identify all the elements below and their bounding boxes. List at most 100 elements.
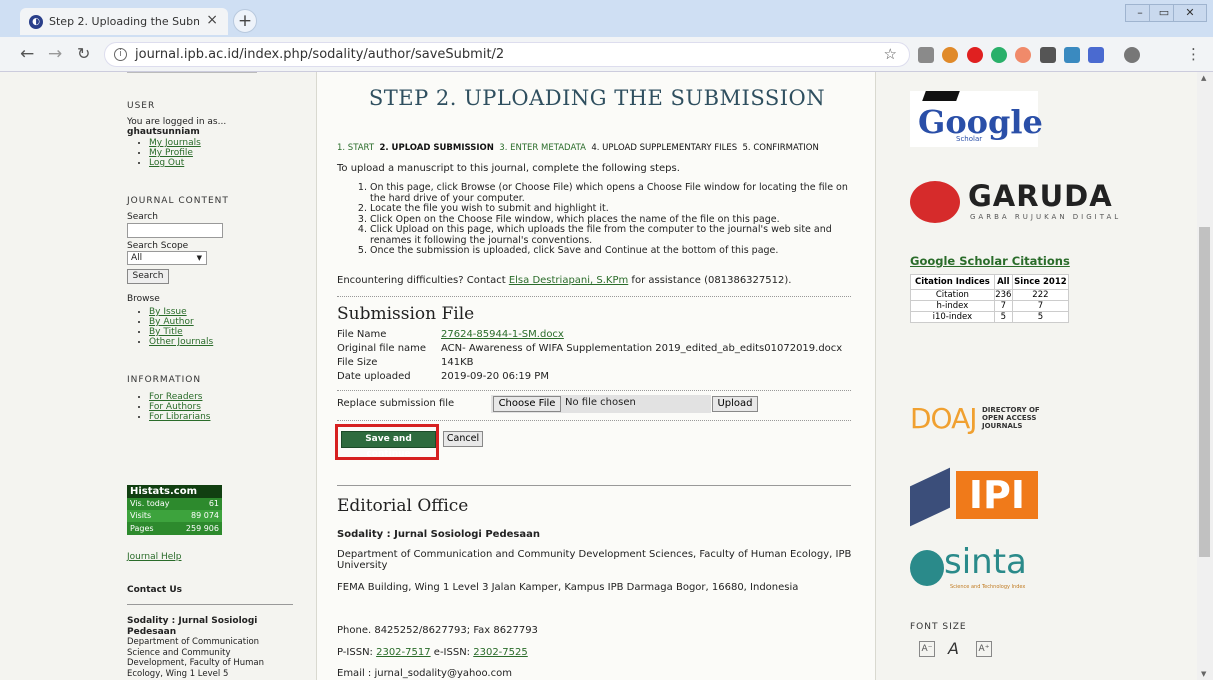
user-block: USER You are logged in as... ghautsunnia… [127,101,226,168]
tab-close-icon[interactable]: × [206,12,218,28]
editorial-office-heading: Editorial Office [337,496,469,516]
forward-icon[interactable]: → [48,44,62,64]
step-current: 2. UPLOAD SUBMISSION [379,143,494,153]
user-heading: USER [127,101,156,111]
for-readers-link[interactable]: For Readers [149,392,202,402]
gs-citations-link[interactable]: Google Scholar Citations [910,254,1070,268]
extension-icon[interactable] [1015,47,1031,63]
search-scope-select[interactable]: All ▼ [127,251,207,265]
log-out-link[interactable]: Log Out [149,158,184,168]
issn-line: P-ISSN: 2302-7517 e-ISSN: 2302-7525 [337,647,528,658]
chevron-down-icon: ▼ [196,254,202,262]
back-icon[interactable]: ← [20,44,34,64]
file-size-value: 141KB [441,357,474,368]
bookmark-star-icon[interactable]: ☆ [884,43,897,66]
instruction-list: On this page, click Browse (or Choose Fi… [353,182,863,257]
by-author-link[interactable]: By Author [149,317,194,327]
ipi-logo[interactable]: IPI [910,463,1038,527]
contact-us-heading: Contact Us [127,585,183,595]
extension-icon[interactable] [1040,47,1056,63]
information-heading: INFORMATION [127,375,202,385]
browser-toolbar: ← → ↻ i journal.ipb.ac.id/index.php/soda… [0,37,1213,72]
journal-content-block: JOURNAL CONTENT Search Search Scope All … [127,196,229,347]
extension-icon[interactable] [1088,47,1104,63]
search-input[interactable] [127,223,223,238]
doaj-line: JOURNALS [982,422,1023,430]
search-button[interactable]: Search [127,269,169,284]
date-uploaded-label: Date uploaded [337,371,411,382]
sinta-emblem-icon [910,550,944,586]
file-size-label: File Size [337,357,378,368]
profile-icon[interactable] [1124,47,1140,63]
instruction-item: Once the submission is uploaded, click S… [370,245,863,257]
logged-in-text: You are logged in as... [127,117,227,127]
by-title-link[interactable]: By Title [149,327,183,337]
for-librarians-link[interactable]: For Librarians [149,412,210,422]
pissn-link[interactable]: 2302-7517 [376,647,431,658]
contact-text: Department of Communication Science and … [127,637,264,679]
google-scholar-logo[interactable]: Google Scholar [910,91,1043,147]
doaj-line: OPEN ACCESS [982,414,1037,422]
extension-icon[interactable] [967,47,983,63]
extension-icon[interactable] [1064,47,1080,63]
sinta-logo[interactable]: sinta Science and Technology Index [910,542,1050,596]
difficulties-pre: Encountering difficulties? Contact [337,275,509,286]
journal-help-link[interactable]: Journal Help [127,552,182,562]
choose-file-button[interactable]: Choose File [493,396,561,412]
my-journals-link[interactable]: My Journals [149,138,201,148]
new-tab-button[interactable]: + [233,9,257,33]
font-size-heading: FONT SIZE [910,622,967,632]
garuda-logo[interactable]: GARUDA GARBA RUJUKAN DIGITAL [910,179,1130,224]
table-header: Citation Indices [910,274,995,290]
divider [337,390,851,391]
contact-person-link[interactable]: Elsa Destriapani, S.KPm [509,275,628,286]
other-journals-link[interactable]: Other Journals [149,337,213,347]
information-block: INFORMATION For Readers For Authors For … [127,375,210,422]
divider [337,485,851,486]
histats-counter[interactable]: Histats.com Vis. today 61 Visits 89 074 Pa… [127,485,222,535]
scrollbar-thumb[interactable] [1199,227,1210,557]
file-name-label: File Name [337,329,387,340]
save-and-continue-button[interactable]: Save and continue [341,431,436,459]
close-window-icon[interactable]: ✕ [1173,4,1207,22]
eissn-link[interactable]: 2302-7525 [473,647,528,658]
table-cell: 7 [993,300,1013,312]
scholar-text: Scholar [956,135,983,143]
browser-chrome: ◐ Step 2. Uploading the Submissio × + – … [0,0,1213,72]
doaj-logo[interactable]: DOAJ DIRECTORY OF OPEN ACCESS JOURNALS [910,402,1050,437]
vertical-scrollbar[interactable]: ▲ ▼ [1197,72,1213,680]
for-authors-link[interactable]: For Authors [149,402,201,412]
doaj-text: DOAJ [910,402,978,435]
my-profile-link[interactable]: My Profile [149,148,193,158]
histats-value: 89 074 [191,511,219,520]
address-bar[interactable]: i journal.ipb.ac.id/index.php/sodality/a… [104,42,910,67]
step-supplementary: 4. UPLOAD SUPPLEMENTARY FILES [591,143,738,153]
gs-citations-wrap: Google Scholar Citations [910,254,1070,268]
scroll-down-icon[interactable]: ▼ [1201,670,1206,678]
page-title: STEP 2. UPLOADING THE SUBMISSION [368,86,826,110]
histats-value: 61 [208,499,219,508]
site-info-icon[interactable]: i [114,48,127,61]
cancel-button[interactable]: Cancel [443,431,483,447]
upload-button[interactable]: Upload [712,396,758,412]
menu-dots-icon[interactable]: ⋮ [1186,45,1201,63]
extension-icon[interactable] [942,47,958,63]
file-name-link[interactable]: 27624-85944-1-SM.docx [441,328,564,342]
reload-icon[interactable]: ↻ [77,44,90,63]
font-smaller-button[interactable]: A⁻ [919,641,935,657]
extension-icon[interactable] [991,47,1007,63]
extension-icon[interactable] [918,47,934,63]
sinta-sub: Science and Technology Index [950,584,1026,590]
font-larger-button[interactable]: A⁺ [976,641,992,657]
browser-tab[interactable]: ◐ Step 2. Uploading the Submissio × [20,8,228,35]
scroll-up-icon[interactable]: ▲ [1201,74,1206,82]
font-default-button[interactable]: A [948,639,959,658]
step-start-link[interactable]: 1. START [337,143,374,153]
table-header: All [993,274,1013,290]
username: ghautsunniam [127,127,200,137]
instruction-item: On this page, click Browse (or Choose Fi… [370,182,863,204]
by-issue-link[interactable]: By Issue [149,307,187,317]
pissn-label: P-ISSN: [337,647,377,658]
step-metadata: 3. ENTER METADATA [499,143,586,153]
editorial-journal-name: Sodality : Jurnal Sosiologi Pedesaan [337,529,540,540]
